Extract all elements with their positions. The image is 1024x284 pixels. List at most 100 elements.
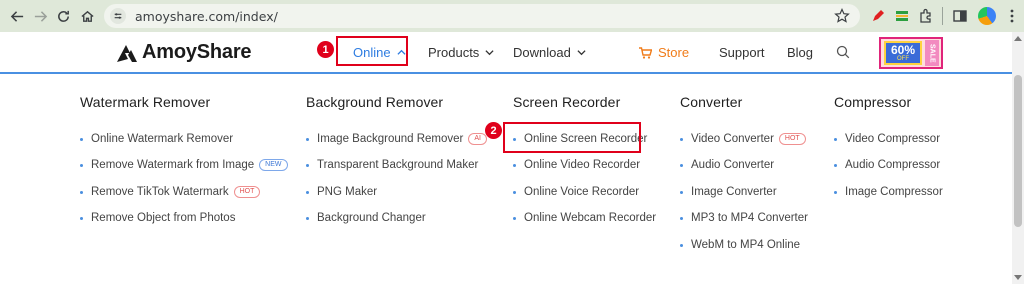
logo[interactable]: AmoyShare xyxy=(116,41,252,64)
bullet-dot-icon xyxy=(306,190,309,194)
menu-item[interactable]: Remove TikTok Watermark HOT xyxy=(80,186,261,198)
menu-item-label: Image Compressor xyxy=(845,186,943,198)
nav-blog-label: Blog xyxy=(787,45,814,60)
nav-store-label: Store xyxy=(658,45,690,60)
scroll-up-arrow[interactable] xyxy=(1014,36,1022,41)
search-icon[interactable] xyxy=(836,45,850,59)
browser-toolbar: amoyshare.com/index/ xyxy=(0,0,1024,32)
tag-badge: HOT xyxy=(778,133,806,145)
menu-item[interactable]: Online Voice Recorder xyxy=(513,186,639,198)
menu-item[interactable]: Video Converter HOT xyxy=(680,133,806,145)
menu-item-label: Audio Compressor xyxy=(845,159,941,171)
sale-badge: 60% OFF xyxy=(884,41,922,65)
menu-item-label: Remove Object from Photos xyxy=(91,212,236,224)
menu-item[interactable]: WebM to MP4 Online xyxy=(680,239,800,251)
menu-col-compressor: Compressor xyxy=(834,94,911,110)
bullet-dot-icon xyxy=(834,163,837,167)
bullet-dot-icon xyxy=(80,190,83,194)
bullet-dot-icon xyxy=(80,163,83,167)
tag-badge: AI xyxy=(468,133,488,145)
menu-item[interactable]: Image Converter xyxy=(680,186,777,198)
puzzle-icon[interactable] xyxy=(918,8,934,24)
sale-percent: 60% xyxy=(890,42,916,57)
menu-item-label: Video Compressor xyxy=(845,133,941,145)
menu-item-label: Online Voice Recorder xyxy=(524,186,640,198)
bookmark-star-icon[interactable] xyxy=(834,8,850,24)
nav-blog[interactable]: Blog xyxy=(787,45,813,60)
bullet-dot-icon xyxy=(513,190,516,194)
step-badge-2: 2 xyxy=(485,122,502,139)
menu-item[interactable]: Image Background Remover AI xyxy=(306,133,488,145)
menu-item-label: Audio Converter xyxy=(691,159,775,171)
nav-support[interactable]: Support xyxy=(719,45,765,60)
menu-item-label: Image Converter xyxy=(691,186,777,198)
menu-item[interactable]: Online Watermark Remover xyxy=(80,133,233,145)
reload-icon[interactable] xyxy=(50,3,76,29)
url-text: amoyshare.com/index/ xyxy=(135,8,278,24)
menu-item[interactable]: Remove Watermark from Image NEW xyxy=(80,159,288,171)
bullet-dot-icon xyxy=(834,137,837,141)
menu-item-label: MP3 to MP4 Converter xyxy=(691,212,808,224)
bullet-dot-icon xyxy=(306,137,309,141)
tag-badge: HOT xyxy=(233,186,261,198)
scroll-down-arrow[interactable] xyxy=(1014,275,1022,280)
menu-item-label: Image Background Remover xyxy=(317,133,464,145)
highlight-box-online xyxy=(336,36,408,66)
menu-item[interactable]: Image Compressor xyxy=(834,186,943,198)
menu-item[interactable]: Remove Object from Photos xyxy=(80,212,235,224)
menu-item[interactable]: Transparent Background Maker xyxy=(306,159,478,171)
menu-item-label: Background Changer xyxy=(317,212,426,224)
bullet-dot-icon xyxy=(680,216,683,220)
menu-item[interactable]: Online Video Recorder xyxy=(513,159,640,171)
site-info-icon[interactable] xyxy=(110,8,126,24)
tag-badge: NEW xyxy=(259,159,288,171)
bullet-dot-icon xyxy=(834,190,837,194)
menu-col-watermark: Watermark Remover xyxy=(80,94,210,110)
bullet-dot-icon xyxy=(80,137,83,141)
menu-item-label: Online Video Recorder xyxy=(524,159,641,171)
menu-item[interactable]: Background Changer xyxy=(306,212,426,224)
menu-item[interactable]: Audio Compressor xyxy=(834,159,940,171)
menu-item[interactable]: MP3 to MP4 Converter xyxy=(680,212,808,224)
menu-item[interactable]: Video Compressor xyxy=(834,133,940,145)
side-panel-icon[interactable] xyxy=(952,8,968,24)
scrollbar[interactable] xyxy=(1012,32,1024,284)
pen-extension-icon[interactable] xyxy=(870,8,886,24)
site-header: AmoyShare Online 1 Products Download Sto… xyxy=(0,32,1024,74)
nav-support-label: Support xyxy=(719,45,765,60)
col-title: Screen Recorder xyxy=(513,94,621,110)
menu-col-screen-recorder: Screen Recorder xyxy=(513,94,620,110)
home-icon[interactable] xyxy=(74,3,100,29)
col-title: Background Remover xyxy=(306,94,444,110)
menu-item-label: Remove TikTok Watermark xyxy=(91,186,229,198)
toolbar-divider xyxy=(942,7,943,25)
logo-text: AmoyShare xyxy=(142,41,252,63)
bullet-dot-icon xyxy=(513,163,516,167)
nav-products[interactable]: Products xyxy=(428,45,494,60)
sale-off: OFF xyxy=(897,55,909,62)
menu-item[interactable]: Online Webcam Recorder xyxy=(513,212,656,224)
profile-avatar[interactable] xyxy=(978,7,996,25)
menu-kebab-icon[interactable] xyxy=(1004,8,1020,24)
menu-col-background: Background Remover xyxy=(306,94,443,110)
col-title: Watermark Remover xyxy=(80,94,211,110)
step-badge-1: 1 xyxy=(317,41,334,58)
cart-icon xyxy=(639,46,652,59)
bullet-dot-icon xyxy=(680,137,683,141)
scroll-thumb[interactable] xyxy=(1014,75,1022,227)
col-title: Converter xyxy=(680,94,743,110)
nav-store[interactable]: Store xyxy=(639,45,689,60)
bullet-dot-icon xyxy=(80,216,83,220)
chevron-down-icon xyxy=(577,50,586,56)
menu-item-label: Remove Watermark from Image xyxy=(91,159,255,171)
address-bar[interactable]: amoyshare.com/index/ xyxy=(104,4,860,28)
menu-item[interactable]: Audio Converter xyxy=(680,159,774,171)
menu-item-label: Online Webcam Recorder xyxy=(524,212,657,224)
sale-banner[interactable]: 60% OFF SALE xyxy=(879,37,943,69)
highlight-box-screen-recorder xyxy=(503,122,641,153)
chevron-down-icon xyxy=(485,50,494,56)
grid-extension-icon[interactable] xyxy=(894,8,910,24)
menu-item[interactable]: PNG Maker xyxy=(306,186,377,198)
bullet-dot-icon xyxy=(513,216,516,220)
nav-download[interactable]: Download xyxy=(513,45,586,60)
